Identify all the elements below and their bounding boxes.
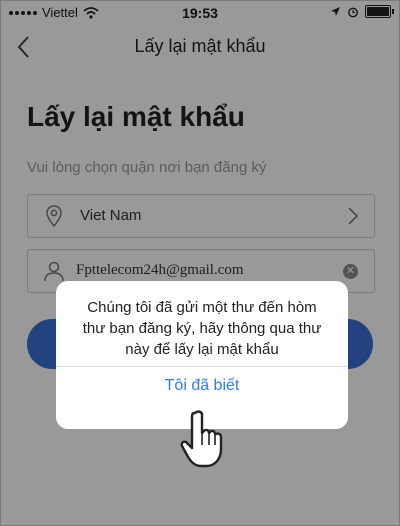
- hand-pointer-icon: [180, 410, 223, 468]
- confirmation-dialog: Chúng tôi đã gửi một thư đến hòm thư bạn…: [56, 281, 348, 429]
- phone-screen: Viettel 19:53 Lấy lại mật khẩu Lấy lại m…: [0, 0, 400, 526]
- dialog-message: Chúng tôi đã gửi một thư đến hòm thư bạn…: [82, 299, 322, 358]
